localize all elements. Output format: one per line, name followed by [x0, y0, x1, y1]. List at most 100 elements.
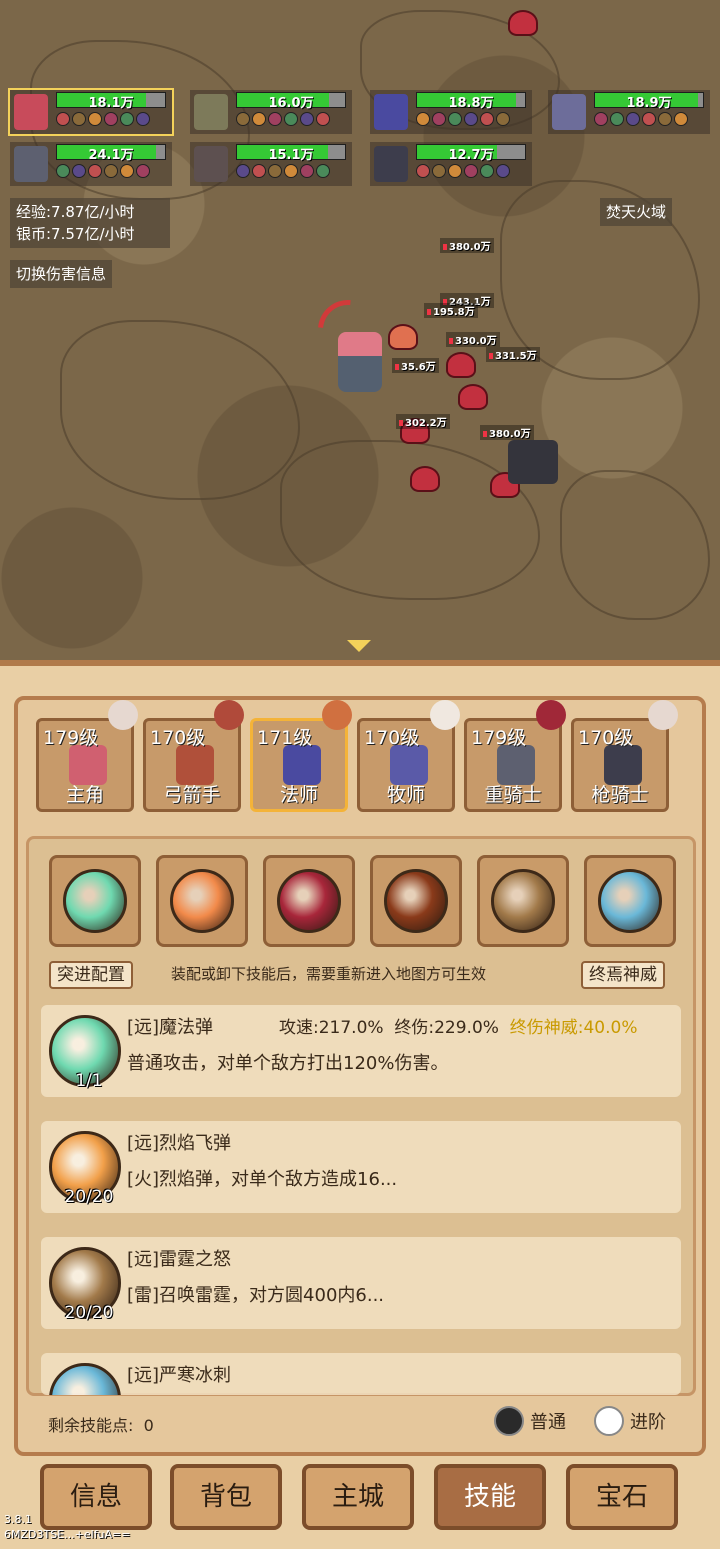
buff-icon: [252, 164, 266, 178]
character-tile-5[interactable]: 170级 枪骑士: [571, 718, 669, 812]
character-avatar: [69, 745, 107, 785]
tab-bag[interactable]: 背包: [170, 1464, 282, 1530]
party-card-6[interactable]: 12.7万: [370, 142, 532, 186]
buff-icon: [416, 112, 430, 126]
mode-advanced-radio[interactable]: 进阶: [594, 1406, 666, 1436]
zone-name[interactable]: 焚天火域: [600, 198, 673, 226]
hero-portrait: [14, 94, 48, 130]
hero-portrait: [194, 94, 228, 130]
damage-number: 35.6万: [392, 358, 439, 373]
skill-title: [远]雷霆之怒: [127, 1249, 232, 1270]
buff-icon: [316, 164, 330, 178]
skill-slot-1[interactable]: [156, 855, 248, 947]
tab-skills[interactable]: 技能: [434, 1464, 546, 1530]
skill-row-2[interactable]: 20/20 [远]雷霆之怒 [雷]召唤雷霆，对方圆400内6...: [41, 1237, 681, 1329]
hero-portrait: [194, 146, 228, 182]
party-card-4[interactable]: 24.1万: [10, 142, 172, 186]
buff-icons: [416, 112, 510, 126]
mode-normal-radio[interactable]: 普通: [494, 1406, 566, 1436]
skill-slot-2[interactable]: [263, 855, 355, 947]
party-card-1[interactable]: 16.0万: [190, 90, 352, 134]
buff-icons: [236, 112, 330, 126]
tab-city[interactable]: 主城: [302, 1464, 414, 1530]
skills-box: 突进配置 装配或卸下技能后，需要重新进入地图方可生效 终焉神威 1/1 [远]魔…: [26, 836, 696, 1396]
terrain-crack: [280, 440, 540, 600]
hp-bar: 18.9万: [594, 92, 704, 111]
hp-bar: 16.0万: [236, 92, 346, 111]
skill-slot-0[interactable]: [49, 855, 141, 947]
buff-icon: [56, 164, 70, 178]
tab-gems[interactable]: 宝石: [566, 1464, 678, 1530]
damage-number: 331.5万: [486, 347, 540, 362]
fireball-icon: [170, 869, 234, 933]
character-tile-1[interactable]: 170级 弓箭手: [143, 718, 241, 812]
mode-normal-label: 普通: [530, 1412, 566, 1433]
pet-fox-icon: [108, 700, 138, 730]
mode-advanced-label: 进阶: [630, 1412, 666, 1433]
character-tile-4[interactable]: 179级 重骑士: [464, 718, 562, 812]
buff-icon: [136, 164, 150, 178]
party-card-0[interactable]: 18.1万: [8, 88, 174, 136]
version-info: 3.8.1 6MZD3TSE...+elfuA==: [4, 1512, 130, 1542]
skill-row-1[interactable]: 20/20 [远]烈焰飞弹 [火]烈焰弹，对单个敌方造成16...: [41, 1121, 681, 1213]
device-id: 6MZD3TSE...+elfuA==: [4, 1528, 131, 1541]
skill-row-3[interactable]: [远]严寒冰刺: [41, 1353, 681, 1395]
ice-shard-icon: [598, 869, 662, 933]
buff-icon: [236, 112, 250, 126]
hero-portrait: [14, 146, 48, 182]
party-card-2[interactable]: 18.8万: [370, 90, 532, 134]
pet-lion-icon: [214, 700, 244, 730]
character-name: 枪骑士: [591, 784, 649, 806]
ultimate-button[interactable]: 终焉神威: [581, 961, 665, 989]
character-level: 170级: [150, 727, 206, 749]
final-damage: 终伤:229.0%: [394, 1018, 499, 1038]
character-name: 主角: [65, 784, 104, 806]
hero-portrait: [552, 94, 586, 130]
equip-note: 装配或卸下技能后，需要重新进入地图方可生效: [171, 965, 487, 983]
hp-bar: 24.1万: [56, 144, 166, 163]
buff-icons: [236, 164, 330, 178]
monster-sprite: [388, 324, 418, 350]
skill-slot-4[interactable]: [477, 855, 569, 947]
buff-icon: [72, 112, 86, 126]
buff-icon: [626, 112, 640, 126]
character-avatar: [283, 745, 321, 785]
buff-icon: [268, 164, 282, 178]
buff-icons: [594, 112, 688, 126]
battlefield: 18.1万 16.0万 18.8万 18.9万 24.1万 15.1万 12.7…: [0, 0, 720, 680]
party-card-5[interactable]: 15.1万: [190, 142, 352, 186]
character-tile-0[interactable]: 179级 主角: [36, 718, 134, 812]
terrain-crack: [60, 320, 300, 500]
buff-icon: [464, 112, 478, 126]
radio-checked-icon: [494, 1406, 524, 1436]
character-level: 170级: [578, 727, 634, 749]
skill-slot-3[interactable]: [370, 855, 462, 947]
collapse-panel-icon[interactable]: [347, 640, 371, 652]
skill-row-0[interactable]: 1/1 [远]魔法弹 攻速:217.0% 终伤:229.0% 终伤神威:40.0…: [41, 1005, 681, 1097]
pet-spirit-icon: [430, 700, 460, 730]
character-tile-2[interactable]: 171级 法师: [250, 718, 348, 812]
monster-sprite: [410, 466, 440, 492]
skill-points-value: 0: [143, 1416, 154, 1435]
buff-icon: [674, 112, 688, 126]
toggle-damage-button[interactable]: 切换伤害信息: [10, 260, 113, 288]
character-avatar: [176, 745, 214, 785]
meteor-icon: [277, 869, 341, 933]
buff-icon: [448, 112, 462, 126]
character-tile-3[interactable]: 170级 牧师: [357, 718, 455, 812]
character-name: 牧师: [386, 784, 425, 806]
buff-icon: [316, 112, 330, 126]
buff-icon: [284, 112, 298, 126]
character-avatar: [604, 745, 642, 785]
hp-bar: 15.1万: [236, 144, 346, 163]
party-card-3[interactable]: 18.9万: [548, 90, 710, 134]
skill-slot-5[interactable]: [584, 855, 676, 947]
skill-desc: [火]烈焰弹，对单个敌方造成16...: [127, 1169, 398, 1190]
buff-icon: [72, 164, 86, 178]
damage-number: 380.0万: [440, 238, 494, 253]
rush-config-button[interactable]: 突进配置: [49, 961, 133, 989]
buff-icon: [120, 112, 134, 126]
buff-icons: [416, 164, 510, 178]
buff-icon: [284, 164, 298, 178]
monster-sprite: [458, 384, 488, 410]
